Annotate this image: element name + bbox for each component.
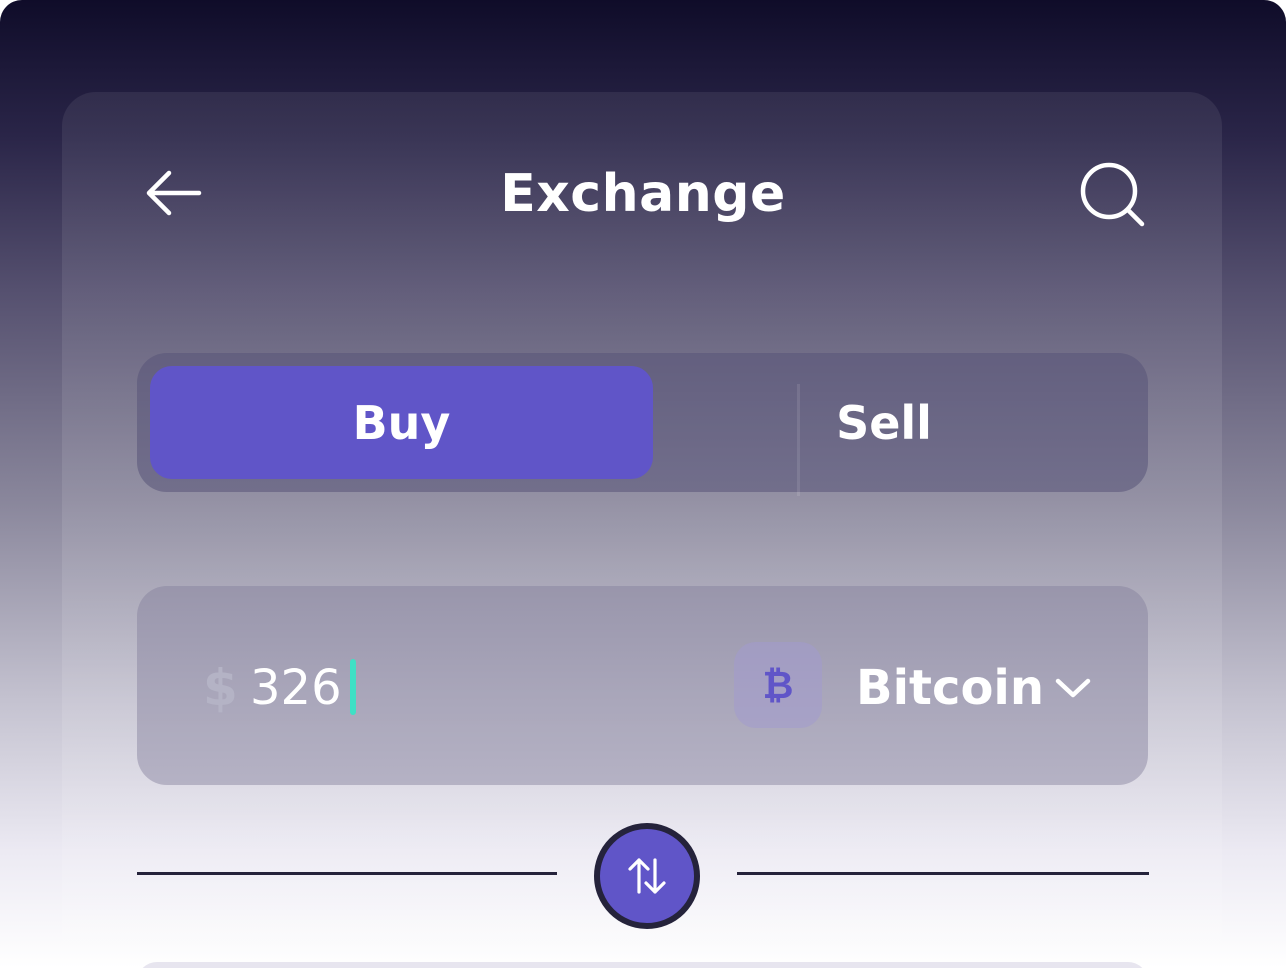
receive-input-field[interactable]: [137, 962, 1148, 968]
coin-select-label[interactable]: Bitcoin: [856, 656, 1044, 720]
currency-symbol: $: [203, 659, 238, 717]
bitcoin-icon: ₿: [734, 642, 822, 728]
bitcoin-glyph: ₿: [762, 662, 794, 707]
back-button[interactable]: [140, 164, 206, 222]
amount-value[interactable]: 326: [250, 656, 350, 720]
arrow-left-icon: [146, 170, 202, 216]
text-cursor: [350, 659, 356, 715]
swap-button[interactable]: [594, 823, 700, 929]
sell-tab[interactable]: Sell: [800, 366, 968, 479]
chevron-down-icon: [1055, 678, 1091, 698]
search-button[interactable]: [1074, 158, 1152, 232]
divider-right: [737, 872, 1149, 875]
divider-left: [137, 872, 557, 875]
search-icon: [1080, 162, 1145, 227]
coin-dropdown-button[interactable]: [1050, 668, 1096, 708]
page-title: Exchange: [500, 164, 786, 224]
buy-tab[interactable]: Buy: [150, 366, 653, 479]
swap-arrows-icon: [628, 858, 666, 894]
app-screen: Exchange Buy Sell $ 326 ₿ Bitcoin: [0, 0, 1286, 968]
